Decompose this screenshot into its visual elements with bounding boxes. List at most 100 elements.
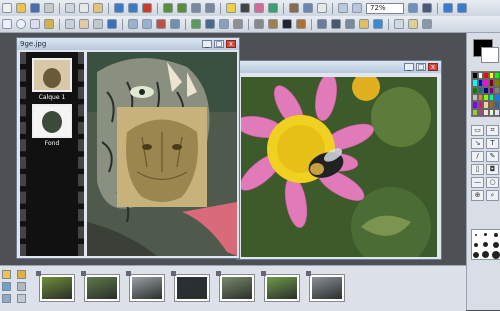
window-titlebar[interactable]: 9ge.jpg _ □ x xyxy=(17,38,239,50)
rotate-left-icon[interactable] xyxy=(163,3,173,13)
contrast-icon[interactable] xyxy=(240,3,250,13)
noise-icon[interactable] xyxy=(233,19,243,29)
new-file-icon[interactable] xyxy=(2,3,12,13)
color-swatch[interactable] xyxy=(494,72,500,80)
select-ellipse-icon[interactable] xyxy=(16,19,26,29)
window-titlebar[interactable]: _ □ x xyxy=(237,61,441,73)
layer-merge-icon[interactable] xyxy=(170,19,180,29)
image-thumbnail[interactable] xyxy=(36,271,74,301)
brush-size-option[interactable] xyxy=(491,240,500,249)
image-thumbnail[interactable] xyxy=(216,271,254,301)
fill-tool-icon[interactable]: ◘ xyxy=(486,164,499,175)
layer-duplicate-icon[interactable] xyxy=(142,19,152,29)
negative-icon[interactable] xyxy=(282,19,292,29)
text-icon[interactable] xyxy=(317,3,327,13)
batch-icon[interactable] xyxy=(317,19,327,29)
text-tool-icon[interactable]: T xyxy=(486,138,499,149)
color-swatch[interactable] xyxy=(494,101,500,109)
lasso-icon[interactable] xyxy=(30,19,40,29)
delete-icon[interactable] xyxy=(142,3,152,13)
eyedropper-tool-icon[interactable]: ↘ xyxy=(471,138,484,149)
pencil-tool-icon[interactable]: ✎ xyxy=(486,151,499,162)
copy-icon[interactable] xyxy=(79,3,89,13)
redo-icon[interactable] xyxy=(128,3,138,13)
color-swatch[interactable] xyxy=(494,108,500,116)
view-icon[interactable] xyxy=(2,294,11,303)
rotate-right-icon[interactable] xyxy=(177,3,187,13)
minimize-button[interactable]: _ xyxy=(202,40,212,48)
full-screen-icon[interactable] xyxy=(422,3,432,13)
filter-icon[interactable] xyxy=(16,294,26,303)
filter-icon[interactable] xyxy=(268,3,278,13)
open-folder-icon[interactable] xyxy=(16,3,26,13)
flower-image[interactable] xyxy=(241,77,437,257)
close-button[interactable]: x xyxy=(428,63,438,71)
brush-size-option[interactable] xyxy=(491,250,500,259)
ruler-icon[interactable] xyxy=(408,19,418,29)
layer-thumbnail-calque-1[interactable] xyxy=(32,58,72,92)
image-thumbnail[interactable] xyxy=(126,271,164,301)
web-icon[interactable] xyxy=(373,19,383,29)
brush-size-option[interactable] xyxy=(482,230,491,239)
eraser-tool-icon[interactable]: ▯ xyxy=(471,164,484,175)
info-icon[interactable] xyxy=(457,3,467,13)
brush-size-option[interactable] xyxy=(472,250,481,259)
email-icon[interactable] xyxy=(359,19,369,29)
undo-icon[interactable] xyxy=(114,3,124,13)
magic-wand-icon[interactable] xyxy=(44,19,54,29)
sepia-icon[interactable] xyxy=(268,19,278,29)
zoom-tool-icon[interactable]: ⌕ xyxy=(486,190,499,201)
brightness-icon[interactable] xyxy=(226,3,236,13)
color-swatch[interactable] xyxy=(494,86,500,94)
flip-icon[interactable] xyxy=(191,3,201,13)
hue-icon[interactable] xyxy=(254,3,264,13)
fill-icon[interactable] xyxy=(107,19,117,29)
eyedropper-icon[interactable] xyxy=(93,19,103,29)
select-tool-icon[interactable]: ▭ xyxy=(471,125,484,136)
image-window-flower[interactable]: _ □ x xyxy=(236,60,442,260)
brush-size-option[interactable] xyxy=(482,250,491,259)
image-window-cat[interactable]: 9ge.jpg _ □ x Calque 1 Fond xyxy=(16,37,240,259)
minimize-button[interactable]: _ xyxy=(404,63,414,71)
zoom-in-icon[interactable] xyxy=(338,3,348,13)
cat-image[interactable] xyxy=(87,52,237,256)
image-thumbnail[interactable] xyxy=(261,271,299,301)
move-icon[interactable] xyxy=(65,19,75,29)
clone-tool-icon[interactable]: ⊕ xyxy=(471,190,484,201)
fit-window-icon[interactable] xyxy=(408,3,418,13)
image-thumbnail[interactable] xyxy=(81,271,119,301)
brush-size-option[interactable] xyxy=(472,240,481,249)
brush-size-option[interactable] xyxy=(482,240,491,249)
grayscale-icon[interactable] xyxy=(254,19,264,29)
folder-up-icon[interactable] xyxy=(16,270,26,279)
brush-size-option[interactable] xyxy=(491,230,500,239)
print-icon[interactable] xyxy=(44,3,54,13)
grid-icon[interactable] xyxy=(394,19,404,29)
help-icon[interactable] xyxy=(443,3,453,13)
save-icon[interactable] xyxy=(30,3,40,13)
line-tool-icon[interactable]: — xyxy=(471,177,484,188)
effects-icon[interactable] xyxy=(191,19,201,29)
resize-icon[interactable] xyxy=(303,3,313,13)
capture-icon[interactable] xyxy=(331,19,341,29)
close-button[interactable]: x xyxy=(226,40,236,48)
select-rect-icon[interactable] xyxy=(2,19,12,29)
sharpen-icon[interactable] xyxy=(205,19,215,29)
brush-tool-icon[interactable]: / xyxy=(471,151,484,162)
folder-icon[interactable] xyxy=(2,270,11,279)
hand-icon[interactable] xyxy=(79,19,89,29)
refresh-icon[interactable] xyxy=(2,282,11,291)
shape-tool-icon[interactable]: ○ xyxy=(486,177,499,188)
blur-icon[interactable] xyxy=(219,19,229,29)
layer-new-icon[interactable] xyxy=(128,19,138,29)
image-thumbnail[interactable] xyxy=(171,271,209,301)
settings-icon[interactable] xyxy=(422,19,432,29)
sort-icon[interactable] xyxy=(16,282,26,291)
zoom-out-icon[interactable] xyxy=(352,3,362,13)
paste-icon[interactable] xyxy=(93,3,103,13)
image-thumbnail[interactable] xyxy=(306,271,344,301)
background-color-swatch[interactable] xyxy=(481,47,499,63)
crop-icon[interactable] xyxy=(289,3,299,13)
brush-size-option[interactable] xyxy=(472,230,481,239)
layer-thumbnail-fond[interactable] xyxy=(32,104,72,138)
